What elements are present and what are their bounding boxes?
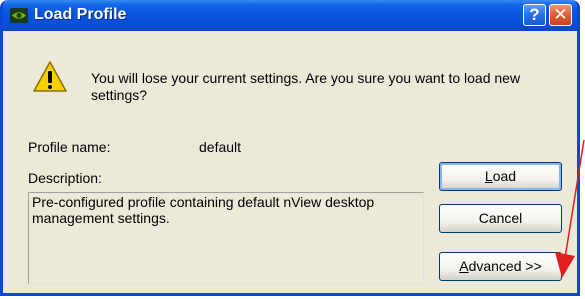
advanced-mnemonic: A: [459, 258, 469, 274]
load-profile-dialog: Load Profile ? ✕ You will lose your curr…: [0, 0, 580, 296]
advanced-button[interactable]: Advanced >>: [439, 252, 562, 281]
load-mnemonic: L: [484, 168, 493, 184]
profile-name-label: Profile name:: [28, 139, 111, 155]
window-title: Load Profile: [34, 6, 127, 23]
description-field: Pre-configured profile containing defaul…: [28, 192, 424, 284]
load-button[interactable]: Load: [439, 162, 562, 191]
description-label: Description:: [28, 170, 102, 186]
advanced-label-rest: dvanced >>: [468, 258, 542, 274]
load-label-rest: oad: [492, 168, 517, 184]
profile-name-value: default: [199, 139, 242, 155]
warning-message: You will lose your current settings. Are…: [91, 70, 521, 103]
warning-triangle-icon: [33, 61, 67, 92]
nvidia-eye-icon: [10, 8, 28, 23]
close-button[interactable]: ✕: [549, 4, 572, 26]
title-bar[interactable]: Load Profile ? ✕: [3, 0, 577, 31]
cancel-button[interactable]: Cancel: [439, 204, 562, 233]
help-button[interactable]: ?: [523, 4, 546, 26]
